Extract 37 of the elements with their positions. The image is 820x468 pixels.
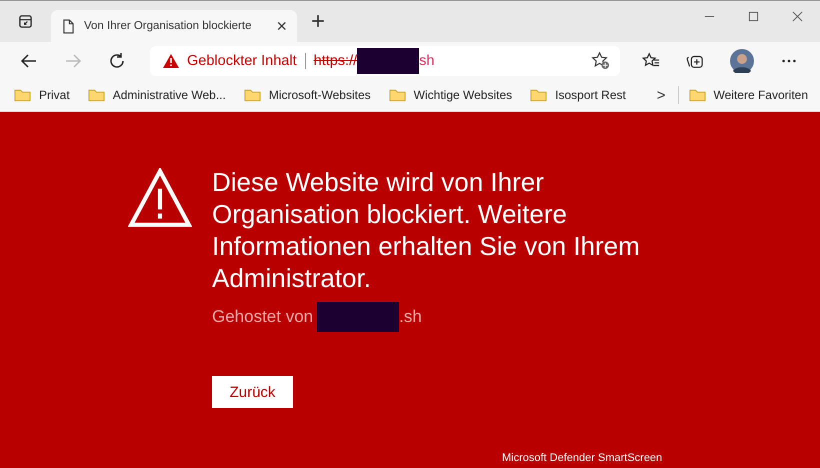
- blocked-status: Geblockter Inhalt: [187, 52, 297, 68]
- smartscreen-label: Microsoft Defender SmartScreen: [502, 452, 664, 464]
- add-favorite-icon[interactable]: [591, 51, 610, 70]
- more-bookmarks-button[interactable]: >: [656, 86, 666, 104]
- new-tab-button[interactable]: +: [311, 8, 326, 36]
- tab-title: Von Ihrer Organisation blockierte: [84, 20, 252, 32]
- profile-avatar[interactable]: [730, 48, 754, 72]
- bookmark-folder[interactable]: Isosport Rest: [530, 88, 626, 102]
- folder-icon: [14, 88, 31, 102]
- bookmark-folder[interactable]: Privat: [14, 88, 70, 102]
- bookmark-folder[interactable]: Administrative Web...: [88, 88, 226, 102]
- address-field[interactable]: Geblockter Inhalt https:// sh: [150, 46, 620, 76]
- back-arrow-icon[interactable]: [20, 52, 38, 70]
- browser-tab[interactable]: Von Ihrer Organisation blockierte ×: [51, 10, 297, 42]
- back-button[interactable]: Zurück: [212, 376, 293, 408]
- warning-icon: [128, 168, 192, 228]
- tab-actions-icon[interactable]: [18, 14, 33, 29]
- folder-icon: [88, 88, 105, 102]
- folder-icon: [530, 88, 548, 102]
- page-icon: [63, 18, 74, 34]
- favorites-icon[interactable]: [642, 52, 660, 70]
- hosted-by-text: Gehostet von: [212, 307, 314, 327]
- folder-icon: [688, 88, 706, 102]
- folder-icon: [244, 88, 261, 102]
- hosted-domain: .sh: [399, 307, 422, 327]
- close-icon[interactable]: [792, 11, 803, 22]
- close-tab-button[interactable]: ×: [276, 16, 287, 36]
- bookmark-folder[interactable]: Wichtige Websites: [388, 88, 512, 102]
- folder-icon: [388, 88, 406, 102]
- maximize-icon[interactable]: [748, 11, 759, 22]
- url-scheme: https://: [314, 52, 358, 68]
- warning-icon: [163, 54, 179, 68]
- block-message: Diese Website wird von Ihrer Organisation blockiert. Weitere Informationen erhalten Sie von Ihrem Administrator.: [212, 166, 641, 294]
- url-text: sh: [419, 52, 434, 68]
- bookmark-folder[interactable]: Microsoft-Websites: [244, 88, 371, 102]
- bookmark-folder[interactable]: Weitere Favoriten: [688, 88, 808, 102]
- refresh-icon[interactable]: [108, 52, 126, 70]
